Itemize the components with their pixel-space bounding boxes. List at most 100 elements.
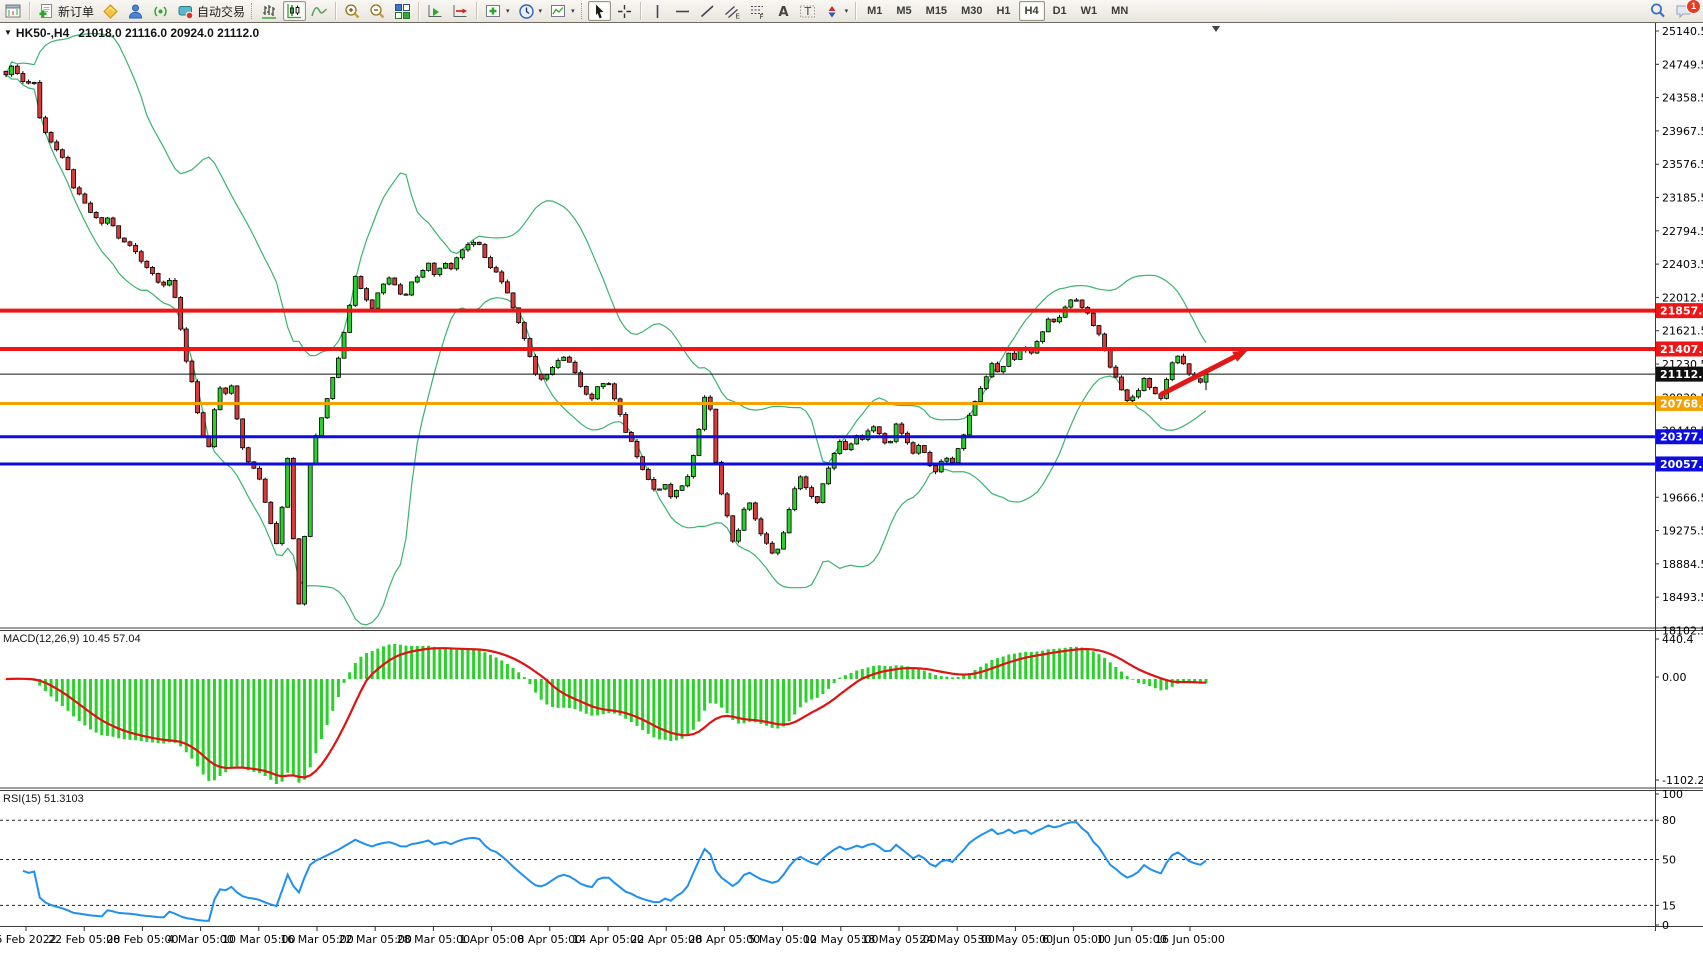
price-badge: 20057.5 [1656,456,1703,472]
label-letter: T [803,5,811,18]
chevron-down-icon: ▾ [538,8,543,15]
svg-text:20768.0: 20768.0 [1660,397,1703,410]
notifications-button[interactable]: 1 [1672,0,1701,21]
chart-shift-marker[interactable] [1212,26,1220,32]
rsi-pane [0,819,1655,922]
arrows-button[interactable]: ▾ [821,1,852,21]
periods-button[interactable]: ▾ [515,1,546,21]
price-tick-label: 24749.5 [1662,58,1703,71]
main-pane [3,32,1209,626]
trendline-button[interactable] [696,1,719,21]
text-button[interactable]: A [771,1,794,21]
timeframe-d1-button[interactable]: D1 [1047,1,1073,21]
vertical-line-icon [656,4,658,18]
toolbar-separator [639,2,642,20]
crosshair-button[interactable] [613,1,636,21]
fibonacci-button[interactable]: F [746,1,769,21]
toolbar-separator [476,2,479,20]
price-chart-canvas: 25140.5 24749.5 24358.5 23967.5 23576.5 23185… [0,23,1703,946]
price-badge: 21857.5 [1656,303,1703,319]
horizontal-line-button[interactable] [671,1,694,21]
text-label-button[interactable]: T [796,1,819,21]
rsi-scale-label: 100 [1662,788,1683,801]
chevron-down-icon: ▾ [844,8,849,15]
auto-trading-label: 自动交易 [197,4,246,19]
templates-button[interactable]: ▾ [547,1,578,21]
clock-icon [518,3,534,19]
price-tick-label: 19275.5 [1662,525,1703,538]
tile-windows-button[interactable] [391,1,414,21]
cursor-button[interactable] [587,1,611,21]
chevron-down-icon: ▾ [571,8,575,15]
cursor-arrow-icon [595,4,604,18]
signal-icon [154,5,167,17]
signals-button[interactable] [149,1,172,21]
line-chart-icon [311,6,328,16]
chart-area[interactable]: 25140.5 24749.5 24358.5 23967.5 23576.5 23185… [0,23,1703,949]
price-tick-label: 23967.5 [1662,125,1703,138]
candlestick-chart-icon [287,3,302,18]
rsi-line [22,821,1207,922]
macd-scale-label: 0.00 [1662,671,1687,684]
timeframe-m30-button[interactable]: M30 [955,1,988,21]
svg-text:21112.0: 21112.0 [1660,368,1703,381]
auto-scroll-button[interactable] [424,1,447,21]
candles-layer [3,64,1209,606]
toolbar-drag-handle[interactable] [580,3,585,19]
text-letter: A [778,5,788,20]
price-tick-label: 24358.5 [1662,92,1703,105]
main-toolbar: 新订单 自动交易 ▾ ▾ ▾ E F A T ▾ M1 M5 M15 M30 H… [0,0,1703,23]
search-button[interactable] [1646,1,1670,21]
auto-trading-button[interactable]: 自动交易 [174,1,248,21]
price-tick-label: 23576.5 [1662,158,1703,171]
zoom-in-button[interactable] [341,1,364,21]
search-icon [1651,3,1665,18]
text-icon: A [778,5,788,20]
vertical-line-button[interactable] [646,1,669,21]
channel-button[interactable]: E [721,1,744,21]
auto-trading-icon [178,5,194,19]
svg-text:21857.5: 21857.5 [1660,305,1703,318]
channel-letter: E [735,12,739,20]
quotes-button[interactable] [99,1,122,21]
price-tick-label: 18884.5 [1662,558,1703,571]
macd-pane [4,644,1208,784]
chart-window-icon [5,4,21,17]
timeframe-m15-button[interactable]: M15 [920,1,953,21]
timeframe-w1-button[interactable]: W1 [1075,1,1104,21]
new-order-button[interactable]: 新订单 [35,1,97,21]
timeframe-h4-button[interactable]: H4 [1018,1,1045,21]
chart-shift-icon [453,4,468,17]
profile-button[interactable] [124,1,147,21]
candlestick-chart-button[interactable] [283,1,307,21]
timeframe-mn-button[interactable]: MN [1105,1,1134,21]
timeframe-m5-button[interactable]: M5 [890,1,917,21]
timeframe-h1-button[interactable]: H1 [990,1,1016,21]
timeframe-m1-button[interactable]: M1 [861,1,888,21]
price-tick-label: 22012.5 [1662,291,1703,304]
bar-chart-button[interactable] [258,1,281,21]
chart-shift-button[interactable] [449,1,472,21]
price-tick-label: 22794.5 [1662,225,1703,238]
trendline-icon [700,4,714,17]
trend-arrow[interactable] [1159,350,1248,397]
toolbar-drag-handle[interactable] [251,3,255,19]
zoom-out-button[interactable] [366,1,389,21]
indicators-button[interactable]: ▾ [482,1,513,21]
macd-scale-label: -1102.21 [1662,774,1703,787]
chevron-down-icon: ▾ [506,8,510,15]
notification-badge: 1 [1686,0,1701,14]
line-chart-button[interactable] [308,1,331,21]
time-tick-label: 1 Apr 05:00 [459,933,524,946]
gold-diamond-icon [103,3,118,19]
price-tick-label: 22403.5 [1662,258,1703,271]
price-tick-label: 18493.5 [1662,591,1703,604]
horizontal-line-icon [675,10,689,12]
new-chart-button[interactable] [2,1,25,21]
rsi-scale-label: 80 [1662,814,1676,827]
new-order-icon [39,3,52,18]
text-label-icon: T [799,5,815,18]
toolbar-separator [418,2,421,20]
price-tick-label: 25140.5 [1662,25,1703,38]
price-badge: 21112.0 [1656,366,1703,382]
